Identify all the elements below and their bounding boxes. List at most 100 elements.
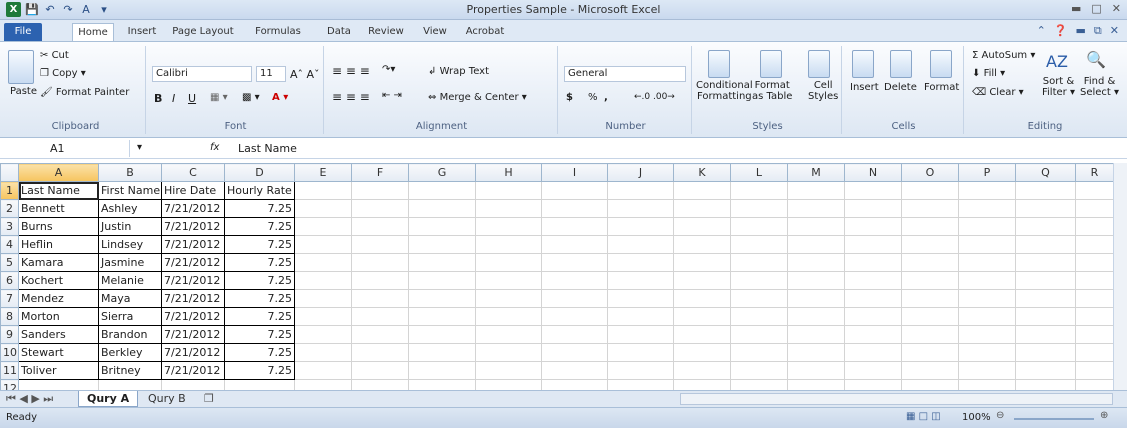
cell[interactable]: [958, 181, 1016, 200]
tab-page-layout[interactable]: Page Layout: [170, 23, 236, 41]
insert-cells-icon[interactable]: [852, 50, 874, 78]
cell[interactable]: Morton: [18, 307, 99, 326]
zoom-slider[interactable]: [1014, 418, 1094, 420]
cell[interactable]: [901, 253, 959, 272]
cell[interactable]: [787, 181, 845, 200]
zoom-out-icon[interactable]: ⊖: [996, 410, 1004, 421]
column-header[interactable]: B: [98, 163, 162, 182]
copy-button[interactable]: ❐ Copy ▾: [40, 68, 86, 79]
cell[interactable]: [901, 199, 959, 218]
cell[interactable]: [673, 361, 731, 380]
cell[interactable]: [844, 271, 902, 290]
cell[interactable]: [1015, 199, 1076, 218]
column-header[interactable]: N: [844, 163, 902, 182]
cell[interactable]: [673, 289, 731, 308]
cell[interactable]: [958, 217, 1016, 236]
font-size-select[interactable]: 11: [256, 66, 286, 82]
cell[interactable]: [541, 181, 608, 200]
sort-filter-button[interactable]: Sort & Filter ▾: [1042, 76, 1075, 98]
border-icon[interactable]: ▦ ▾: [210, 92, 228, 103]
cell[interactable]: [607, 235, 674, 254]
cell[interactable]: [901, 235, 959, 254]
cell[interactable]: [844, 343, 902, 362]
cell[interactable]: [351, 307, 409, 326]
cell[interactable]: Jasmine: [98, 253, 162, 272]
column-header[interactable]: O: [901, 163, 959, 182]
cell[interactable]: [673, 181, 731, 200]
cell[interactable]: [958, 307, 1016, 326]
cell[interactable]: Kochert: [18, 271, 99, 290]
cell[interactable]: Toliver: [18, 361, 99, 380]
cell[interactable]: [958, 361, 1016, 380]
vertical-scrollbar[interactable]: [1113, 163, 1127, 390]
close-icon[interactable]: ✕: [1112, 2, 1121, 15]
cell[interactable]: [730, 235, 788, 254]
ribbon-minimize-icon[interactable]: ⌃: [1037, 24, 1046, 38]
cell[interactable]: Maya: [98, 289, 162, 308]
cell[interactable]: [844, 307, 902, 326]
cell[interactable]: [607, 307, 674, 326]
cell[interactable]: Sierra: [98, 307, 162, 326]
cell[interactable]: [541, 235, 608, 254]
cell[interactable]: [787, 289, 845, 308]
cell[interactable]: Hourly Rate: [224, 181, 295, 200]
clear-button[interactable]: ⌫ Clear ▾: [972, 87, 1024, 98]
cell[interactable]: Sanders: [18, 325, 99, 344]
cell[interactable]: [730, 343, 788, 362]
cell[interactable]: [475, 235, 542, 254]
column-header[interactable]: F: [351, 163, 409, 182]
cell[interactable]: [408, 199, 476, 218]
cell[interactable]: [541, 289, 608, 308]
binoculars-icon[interactable]: 🔍: [1086, 50, 1106, 69]
column-header[interactable]: M: [787, 163, 845, 182]
cell[interactable]: [958, 271, 1016, 290]
cell[interactable]: 7/21/2012: [161, 199, 225, 218]
cell[interactable]: [673, 199, 731, 218]
select-all-corner[interactable]: [0, 163, 19, 182]
underline-button[interactable]: U: [188, 92, 196, 105]
cell[interactable]: 7.25: [224, 199, 295, 218]
cell[interactable]: [541, 361, 608, 380]
row-header[interactable]: 7: [0, 289, 19, 308]
cell[interactable]: Melanie: [98, 271, 162, 290]
cell[interactable]: [787, 217, 845, 236]
cell[interactable]: [730, 253, 788, 272]
workbook-minimize-icon[interactable]: ▬: [1076, 24, 1086, 38]
column-header[interactable]: J: [607, 163, 674, 182]
cell[interactable]: [1075, 235, 1114, 254]
cell[interactable]: [901, 271, 959, 290]
cell[interactable]: [1075, 271, 1114, 290]
cell[interactable]: 7.25: [224, 253, 295, 272]
currency-button[interactable]: $: [566, 92, 573, 103]
cell[interactable]: [294, 307, 352, 326]
sort-filter-icon[interactable]: AZ: [1046, 52, 1068, 71]
tab-data[interactable]: Data: [322, 23, 356, 41]
cell[interactable]: [673, 235, 731, 254]
workbook-close-icon[interactable]: ✕: [1110, 24, 1119, 38]
cell[interactable]: [1015, 253, 1076, 272]
tab-acrobat[interactable]: Acrobat: [460, 23, 510, 41]
column-header[interactable]: L: [730, 163, 788, 182]
cell[interactable]: 7/21/2012: [161, 253, 225, 272]
fx-icon[interactable]: fx: [210, 142, 219, 153]
cell[interactable]: Mendez: [18, 289, 99, 308]
cell[interactable]: [294, 217, 352, 236]
delete-button[interactable]: Delete: [884, 82, 917, 93]
comma-button[interactable]: ,: [604, 92, 608, 103]
cell[interactable]: [541, 199, 608, 218]
cell[interactable]: [1015, 271, 1076, 290]
cell[interactable]: Kamara: [18, 253, 99, 272]
sheet-nav-icons[interactable]: ⏮ ◀ ▶ ⏭: [2, 391, 57, 407]
cell[interactable]: [541, 253, 608, 272]
cell[interactable]: 7/21/2012: [161, 343, 225, 362]
cell[interactable]: 7/21/2012: [161, 307, 225, 326]
cell[interactable]: [607, 181, 674, 200]
row-header[interactable]: 8: [0, 307, 19, 326]
format-painter-button[interactable]: 🖌 Format Painter: [40, 87, 129, 98]
cell[interactable]: [475, 217, 542, 236]
cell[interactable]: Heflin: [18, 235, 99, 254]
cell[interactable]: [1075, 343, 1114, 362]
cell[interactable]: [607, 325, 674, 344]
cell[interactable]: [673, 343, 731, 362]
cell[interactable]: [730, 199, 788, 218]
